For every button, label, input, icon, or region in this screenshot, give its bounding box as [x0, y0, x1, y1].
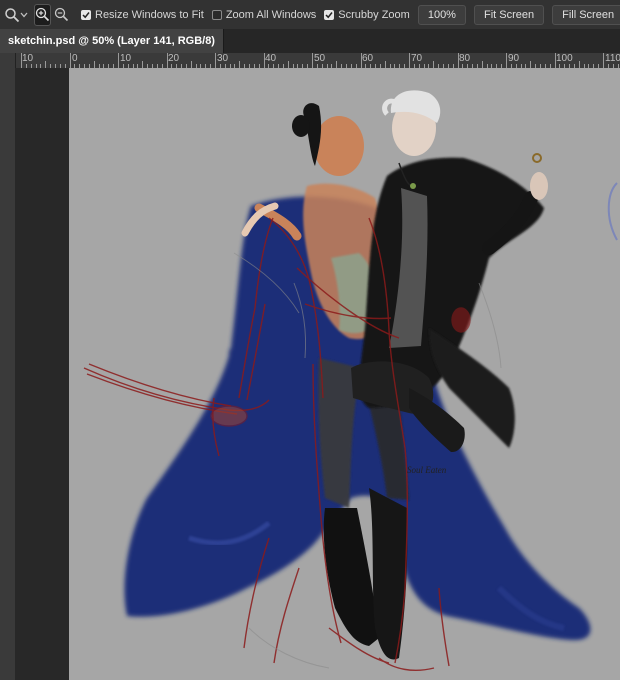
ruler-ticks	[21, 53, 619, 68]
artwork-illustration: Soul Eaten	[83, 90, 618, 671]
ruler-tick-label: 30	[217, 53, 229, 64]
zoom-magnifier-icon	[5, 7, 20, 22]
pasteboard	[15, 68, 69, 680]
fill-screen-button[interactable]: Fill Screen	[552, 4, 620, 25]
document-tab-title: sketchin.psd @ 50% (Layer 141, RGB/8)	[8, 35, 215, 47]
signature: Soul Eaten	[407, 465, 447, 475]
document-tab[interactable]: sketchin.psd @ 50% (Layer 141, RGB/8)	[0, 29, 224, 53]
document-tab-bar: sketchin.psd @ 50% (Layer 141, RGB/8)	[0, 29, 620, 54]
ruler-tick-label: 80	[459, 53, 471, 64]
scrubby-zoom-checkbox[interactable]: Scrubby Zoom	[324, 9, 410, 21]
resize-windows-label: Resize Windows to Fit	[95, 8, 204, 21]
zoom-tool-preset-button[interactable]	[4, 4, 20, 26]
chevron-down-icon	[20, 12, 28, 17]
ruler-tick-label: 0	[72, 53, 78, 64]
options-bar: Resize Windows to Fit Zoom All Windows S…	[0, 0, 620, 30]
ruler-tick-label: 10	[22, 53, 34, 64]
document-canvas[interactable]: Soul Eaten	[69, 68, 620, 680]
zoom-all-windows-checkbox[interactable]: Zoom All Windows	[211, 8, 317, 21]
checkbox-checked-icon	[81, 9, 91, 20]
fit-screen-button[interactable]: Fit Screen	[473, 4, 545, 25]
checkbox-checked-icon	[324, 9, 335, 20]
right-figure	[351, 90, 548, 453]
ruler-tick-label: 60	[362, 53, 374, 64]
checkbox-unchecked-icon	[211, 9, 222, 20]
zoom-out-icon	[54, 7, 69, 22]
scrubby-zoom-label: Scrubby Zoom	[338, 8, 410, 21]
ruler-tick-label: 40	[265, 53, 277, 64]
ruler-tick-label: 50	[314, 53, 326, 64]
zoom-in-icon	[35, 7, 50, 22]
ruler-tick-label: 20	[168, 53, 180, 64]
zoom-out-button[interactable]	[54, 4, 69, 26]
ruler-tick-label: 90	[508, 53, 520, 64]
zoom-100-button[interactable]: 100%	[417, 4, 466, 25]
ruler-tick-label: 70	[411, 53, 423, 64]
ruler-tick-label: 100	[556, 53, 573, 64]
resize-windows-checkbox[interactable]: Resize Windows to Fit	[81, 9, 204, 21]
ruler-tick-label: 10	[120, 53, 132, 64]
horizontal-ruler[interactable]: 10 0 10 20 30 40 50 60 70 80 90 100 110	[0, 53, 620, 69]
zoom-in-button[interactable]	[34, 3, 51, 26]
vertical-ruler[interactable]	[0, 68, 16, 680]
ruler-tick-label: 110	[605, 53, 620, 64]
zoom-all-windows-label: Zoom All Windows	[225, 8, 317, 21]
tool-preset-dropdown[interactable]	[20, 4, 28, 26]
